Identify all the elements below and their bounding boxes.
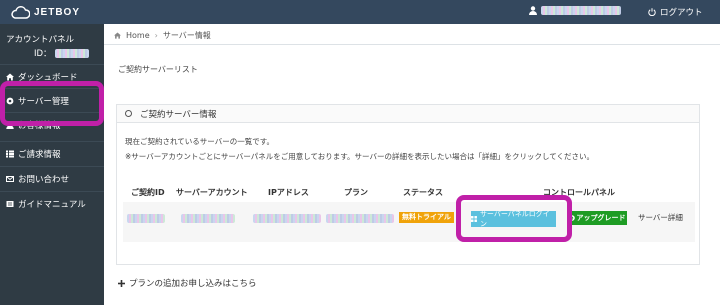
breadcrumb-home[interactable]: Home	[126, 31, 150, 40]
description-note: ※サーバーアカウントごとにサーバーパネルをご用意しております。サーバーの詳細を表…	[125, 152, 595, 161]
sidebar-item-label: お問い合わせ	[18, 174, 70, 185]
sidebar: アカウントパネル ID： ダッシュボード サーバー管理 お客様情報 ご請求情報 …	[0, 24, 104, 305]
logo-text: JETBOY	[34, 6, 81, 18]
home-icon	[114, 32, 121, 39]
plus-icon	[118, 279, 125, 287]
breadcrumb-current: サーバー情報	[162, 31, 211, 40]
highlight-frame-panel-login	[456, 195, 572, 242]
upgrade-label: アップグレード	[576, 214, 626, 222]
sidebar-item-label: ガイドマニュアル	[18, 199, 86, 210]
circle-icon	[125, 110, 132, 117]
username-redacted	[541, 6, 621, 15]
column-header-status: ステータス	[403, 188, 443, 197]
account-id: ID：	[34, 47, 89, 59]
sidebar-item-contact[interactable]: お問い合わせ	[0, 166, 104, 190]
column-header-contract-id: ご契約ID	[131, 188, 165, 197]
user-menu[interactable]	[529, 6, 621, 15]
top-bar: JETBOY ログアウト	[0, 0, 720, 24]
column-header-server-account: サーバーアカウント	[176, 188, 248, 197]
description-text: 現在ご契約されているサーバーの一覧です。	[125, 137, 274, 146]
add-plan-link[interactable]: プランの追加お申し込みはこちら	[118, 277, 257, 289]
plan-redacted	[326, 214, 394, 223]
envelope-icon	[6, 175, 14, 182]
divider	[104, 44, 720, 45]
list-icon	[6, 150, 14, 157]
column-header-ip-address: IPアドレス	[268, 188, 309, 197]
status-badge: 無料トライアル	[399, 212, 454, 223]
main-content: Home › サーバー情報 ご契約サーバーリスト ご契約サーバー情報 現在ご契約…	[104, 24, 720, 305]
account-panel-title: アカウントパネル	[6, 35, 75, 45]
server-detail-link[interactable]: サーバー詳細	[638, 212, 683, 223]
sidebar-item-label: ご請求情報	[18, 149, 61, 160]
highlight-frame-server-management	[0, 81, 104, 126]
ip-address-redacted	[253, 214, 321, 223]
account-id-label: ID：	[34, 49, 52, 59]
server-account-redacted	[181, 214, 235, 223]
upgrade-button[interactable]: アップグレード	[567, 211, 627, 225]
sidebar-item-billing[interactable]: ご請求情報	[0, 141, 104, 165]
jetboy-logo[interactable]: JETBOY	[10, 4, 80, 20]
breadcrumb: Home › サーバー情報	[114, 30, 211, 41]
logout-label: ログアウト	[660, 8, 703, 18]
contract-id-redacted	[127, 214, 165, 223]
page-title: ご契約サーバーリスト	[118, 65, 198, 74]
power-icon	[648, 8, 656, 16]
column-header-plan: プラン	[344, 188, 368, 197]
sidebar-item-guide-manual[interactable]: ガイドマニュアル	[0, 191, 104, 215]
cloud-icon	[11, 5, 30, 19]
box-title: ご契約サーバー情報	[140, 109, 217, 120]
user-icon	[529, 6, 537, 15]
breadcrumb-separator: ›	[154, 31, 158, 40]
box-header: ご契約サーバー情報	[117, 105, 699, 123]
logout-link[interactable]: ログアウト	[648, 6, 703, 18]
book-icon	[6, 200, 14, 207]
contract-server-box: ご契約サーバー情報 現在ご契約されているサーバーの一覧です。 ※サーバーアカウン…	[116, 104, 700, 265]
account-id-redacted	[54, 48, 89, 58]
add-plan-label: プランの追加お申し込みはこちら	[129, 279, 257, 289]
home-icon	[6, 73, 14, 80]
